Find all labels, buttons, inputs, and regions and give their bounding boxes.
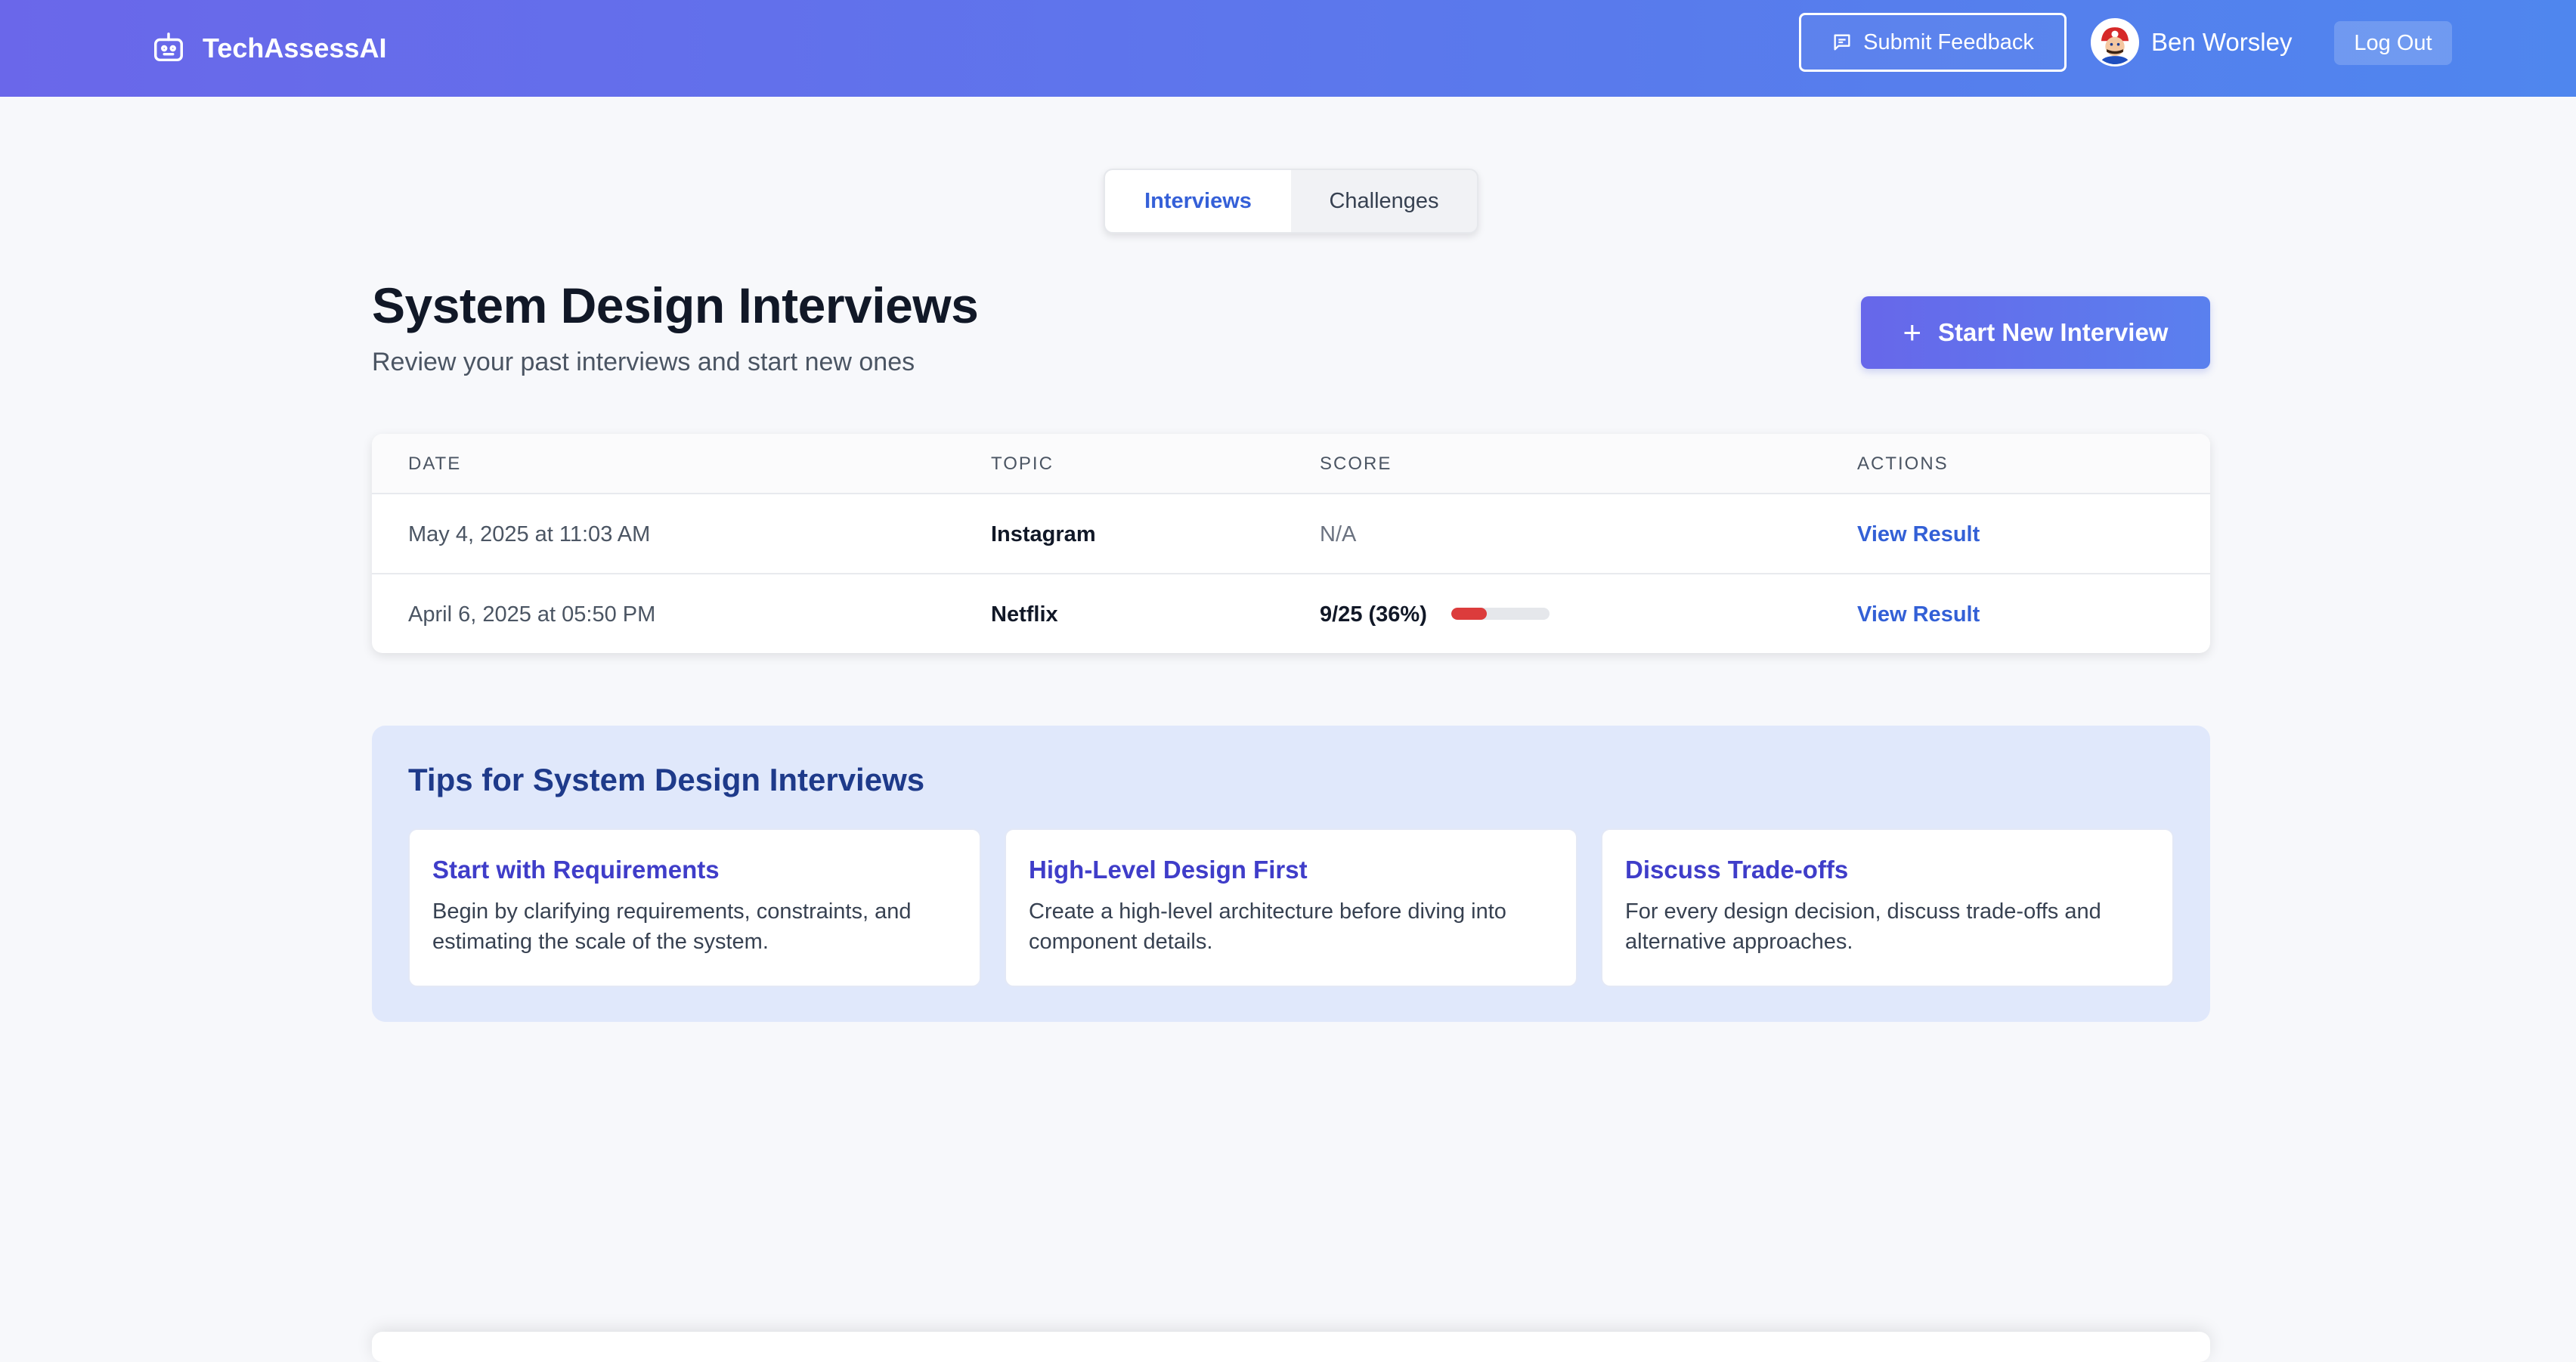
view-result-link[interactable]: View Result	[1857, 574, 1980, 653]
view-result-link[interactable]: View Result	[1857, 494, 1980, 574]
row-date: May 4, 2025 at 11:03 AM	[408, 522, 651, 546]
table-row: April 6, 2025 at 05:50 PM Netflix 9/25 (…	[372, 574, 2210, 653]
table-header: DATE TOPIC SCORE ACTIONS	[372, 434, 2210, 494]
tips-panel: Tips for System Design Interviews Start …	[372, 726, 2210, 1022]
column-header-score[interactable]: SCORE	[1320, 434, 1392, 494]
tip-title: Discuss Trade-offs	[1625, 856, 1849, 884]
tip-body: For every design decision, discuss trade…	[1625, 899, 2101, 954]
submit-feedback-button[interactable]: Submit Feedback	[1799, 13, 2067, 72]
row-topic: Netflix	[991, 602, 1058, 627]
start-new-interview-label: Start New Interview	[1938, 318, 2169, 346]
tips-title: Tips for System Design Interviews	[408, 762, 925, 797]
plus-icon: +	[1903, 314, 1922, 350]
row-score: 9/25 (36%)	[1320, 602, 1427, 627]
tip-card: Discuss Trade-offs For every design deci…	[1601, 828, 2174, 987]
tip-card: Start with Requirements Begin by clarify…	[408, 828, 981, 987]
tab-interviews[interactable]: Interviews	[1105, 170, 1291, 232]
robot-icon	[154, 33, 183, 62]
message-icon	[1834, 34, 1850, 51]
logout-button[interactable]: Log Out	[2334, 21, 2452, 65]
page-title: System Design Interviews	[372, 277, 979, 333]
top-navbar: TechAssessAI Submit Feedback Ben Worsley…	[0, 0, 2576, 97]
score-progress-bar	[1451, 608, 1550, 620]
tip-card: High-Level Design First Create a high-le…	[1005, 828, 1577, 987]
tip-title: High-Level Design First	[1029, 856, 1308, 884]
brand-name: TechAssessAI	[203, 33, 387, 63]
tip-body: Begin by clarifying requirements, constr…	[432, 899, 912, 954]
tip-body: Create a high-level architecture before …	[1029, 899, 1506, 954]
row-topic: Instagram	[991, 522, 1096, 546]
footer-card-edge	[372, 1332, 2210, 1362]
column-header-date[interactable]: DATE	[408, 434, 461, 494]
view-tabs: Interviews Challenges	[1104, 169, 1478, 234]
tab-challenges[interactable]: Challenges	[1291, 170, 1477, 232]
start-new-interview-button[interactable]: + Start New Interview	[1861, 296, 2210, 369]
user-name[interactable]: Ben Worsley	[2151, 26, 2292, 59]
avatar[interactable]	[2091, 18, 2139, 67]
row-score: N/A	[1320, 522, 1357, 546]
score-progress-fill	[1451, 608, 1487, 620]
interviews-table: DATE TOPIC SCORE ACTIONS May 4, 2025 at …	[372, 434, 2210, 653]
tip-title: Start with Requirements	[432, 856, 720, 884]
submit-feedback-label: Submit Feedback	[1863, 29, 2034, 54]
table-row: May 4, 2025 at 11:03 AM Instagram N/A Vi…	[372, 494, 2210, 574]
row-date: April 6, 2025 at 05:50 PM	[408, 602, 656, 627]
page-subtitle: Review your past interviews and start ne…	[372, 348, 915, 376]
column-header-topic[interactable]: TOPIC	[991, 434, 1054, 494]
column-header-actions: ACTIONS	[1857, 453, 1949, 474]
brand-logo[interactable]: TechAssessAI	[151, 23, 386, 74]
